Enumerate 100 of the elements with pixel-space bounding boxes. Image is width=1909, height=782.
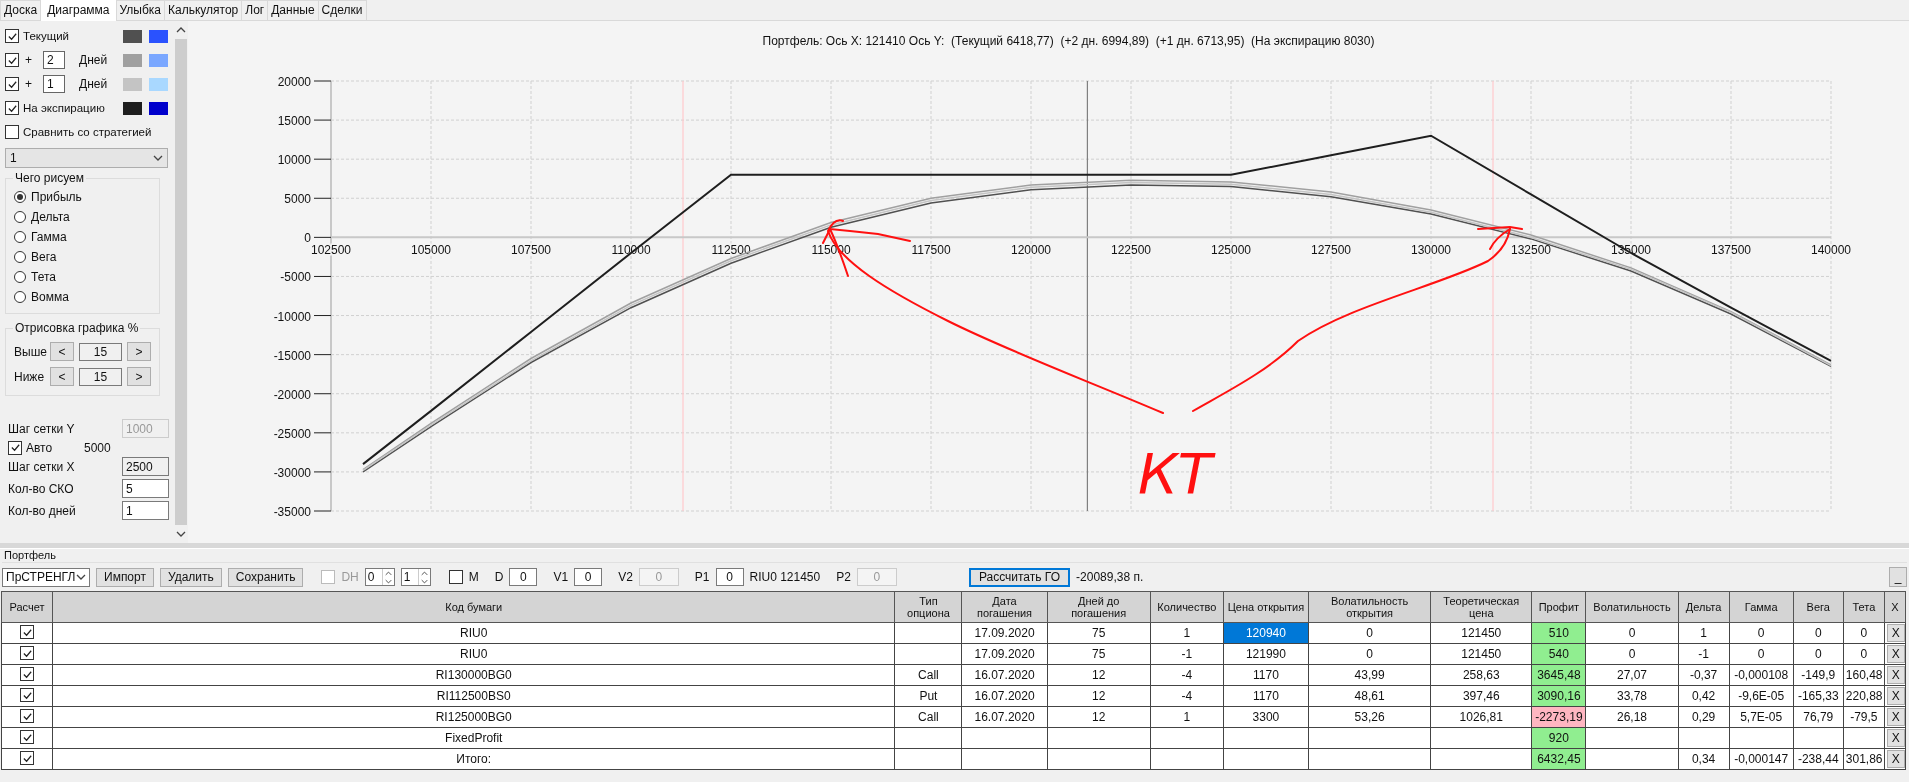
delete-button[interactable]: X (1886, 729, 1905, 747)
column-header[interactable]: Волатильность (1585, 591, 1679, 623)
color-swatch[interactable] (149, 101, 168, 115)
radio-option[interactable]: Дельта (14, 207, 70, 227)
toolbar-button[interactable]: Удалить (159, 567, 222, 587)
scroll-down-icon[interactable] (176, 531, 186, 537)
radio-option[interactable]: Вега (14, 247, 57, 267)
days-field[interactable]: 2 (43, 51, 65, 69)
color-swatch[interactable] (123, 29, 142, 43)
increase-button[interactable]: > (127, 367, 151, 386)
toolbar-button[interactable]: Сохранить (227, 567, 304, 587)
tab[interactable]: Доска (0, 0, 42, 20)
column-header[interactable]: Профит (1531, 591, 1586, 623)
checkbox[interactable] (5, 53, 19, 67)
radio-option[interactable]: Гамма (14, 227, 67, 247)
checkbox[interactable] (20, 730, 35, 745)
checkbox[interactable] (20, 667, 35, 682)
checkbox[interactable] (5, 29, 19, 43)
minimize-button[interactable]: _ (1889, 567, 1907, 587)
input-field[interactable]: 0 (574, 568, 603, 586)
checkbox[interactable] (20, 688, 35, 703)
column-header[interactable]: Дата погашения (962, 591, 1048, 623)
table-cell: 0 (1793, 622, 1844, 644)
column-header[interactable]: Дельта (1678, 591, 1730, 623)
strategy-dropdown[interactable]: 1 (5, 148, 168, 168)
column-header[interactable]: Тета (1843, 591, 1885, 623)
color-swatch[interactable] (123, 53, 142, 67)
spin-down-icon[interactable] (384, 578, 392, 584)
status-text: RIU0 121450 (749, 570, 821, 584)
checkbox[interactable] (20, 646, 35, 661)
input-field[interactable]: 0 (509, 568, 538, 586)
checkbox[interactable] (5, 101, 19, 115)
tab[interactable]: Калькулятор (164, 0, 243, 20)
column-header[interactable]: Тип опциона (894, 591, 962, 623)
color-swatch[interactable] (149, 53, 168, 67)
checkbox[interactable] (8, 440, 22, 455)
column-header[interactable]: X (1884, 591, 1906, 623)
column-header[interactable]: Теоретическая цена (1430, 591, 1532, 623)
tick-label: 127500 (1311, 243, 1351, 258)
delete-button[interactable]: X (1886, 624, 1905, 642)
spin-field[interactable]: 1 (400, 568, 431, 586)
tab[interactable]: Сделки (317, 0, 367, 20)
toolbar-button[interactable]: Импорт (96, 567, 154, 587)
radio-option[interactable]: Вомма (14, 287, 69, 307)
tick-label: 130000 (1411, 243, 1451, 258)
decrease-button[interactable]: < (50, 342, 74, 361)
checkbox[interactable] (20, 625, 35, 640)
column-header[interactable]: Цена открытия (1223, 591, 1309, 623)
chevron-down-icon[interactable] (153, 155, 163, 161)
input-field[interactable]: 0 (715, 568, 744, 586)
scroll-thumb[interactable] (175, 39, 187, 525)
spin-up-icon[interactable] (384, 570, 392, 576)
spin-field[interactable]: 0 (364, 568, 395, 586)
input-field[interactable]: 1 (122, 501, 169, 520)
tick-label: 120000 (1011, 243, 1051, 258)
spin-up-icon[interactable] (420, 570, 428, 576)
toolbar-button[interactable]: Рассчитать ГО (968, 567, 1071, 587)
increase-button[interactable]: > (127, 342, 151, 361)
color-swatch[interactable] (123, 77, 142, 91)
tab[interactable]: Данные (267, 0, 319, 20)
column-header[interactable]: Гамма (1729, 591, 1794, 623)
delete-button[interactable]: X (1886, 708, 1905, 726)
delete-button[interactable]: X (1886, 750, 1905, 768)
chevron-down-icon[interactable] (76, 574, 86, 580)
column-header[interactable]: Дней до погашения (1047, 591, 1151, 623)
checkbox[interactable] (5, 77, 19, 91)
spin-down-icon[interactable] (420, 578, 428, 584)
portfolio-dropdown[interactable]: ПрСТРЕНГЛ (2, 567, 90, 587)
tab[interactable]: Диаграмма (40, 0, 117, 21)
tick-label: -5000 (280, 270, 311, 285)
value-field[interactable]: 15 (79, 342, 122, 361)
radio-option[interactable]: Тета (14, 267, 56, 287)
table-cell: 301,86 (1843, 748, 1885, 770)
color-swatch[interactable] (123, 101, 142, 115)
column-header[interactable]: Вега (1793, 591, 1844, 623)
input-field[interactable]: 5 (122, 479, 169, 498)
input-field[interactable]: 2500 (122, 457, 169, 476)
checkbox[interactable] (448, 570, 463, 584)
tick-label: 0 (304, 231, 311, 246)
column-header[interactable]: Волатильность открытия (1308, 591, 1431, 623)
table-cell: -1 (1150, 643, 1224, 665)
column-header[interactable]: Количество (1150, 591, 1224, 623)
decrease-button[interactable]: < (50, 367, 74, 386)
table-cell: 1026,81 (1430, 706, 1532, 728)
delete-button[interactable]: X (1886, 687, 1905, 705)
days-field[interactable]: 1 (43, 75, 65, 93)
radio-option[interactable]: Прибыль (14, 187, 82, 207)
group-title: Чего рисуем (13, 171, 86, 185)
delete-button[interactable]: X (1886, 666, 1905, 684)
checkbox[interactable] (20, 709, 35, 724)
checkbox[interactable] (20, 751, 35, 766)
scroll-up-icon[interactable] (176, 27, 186, 33)
column-header[interactable]: Код бумаги (52, 591, 895, 623)
color-swatch[interactable] (149, 77, 168, 91)
column-header[interactable]: Расчет (1, 591, 53, 623)
color-swatch[interactable] (149, 29, 168, 43)
delete-button[interactable]: X (1886, 645, 1905, 663)
label-text: На экспирацию (23, 102, 106, 114)
checkbox[interactable] (5, 125, 19, 139)
value-field[interactable]: 15 (79, 367, 122, 386)
